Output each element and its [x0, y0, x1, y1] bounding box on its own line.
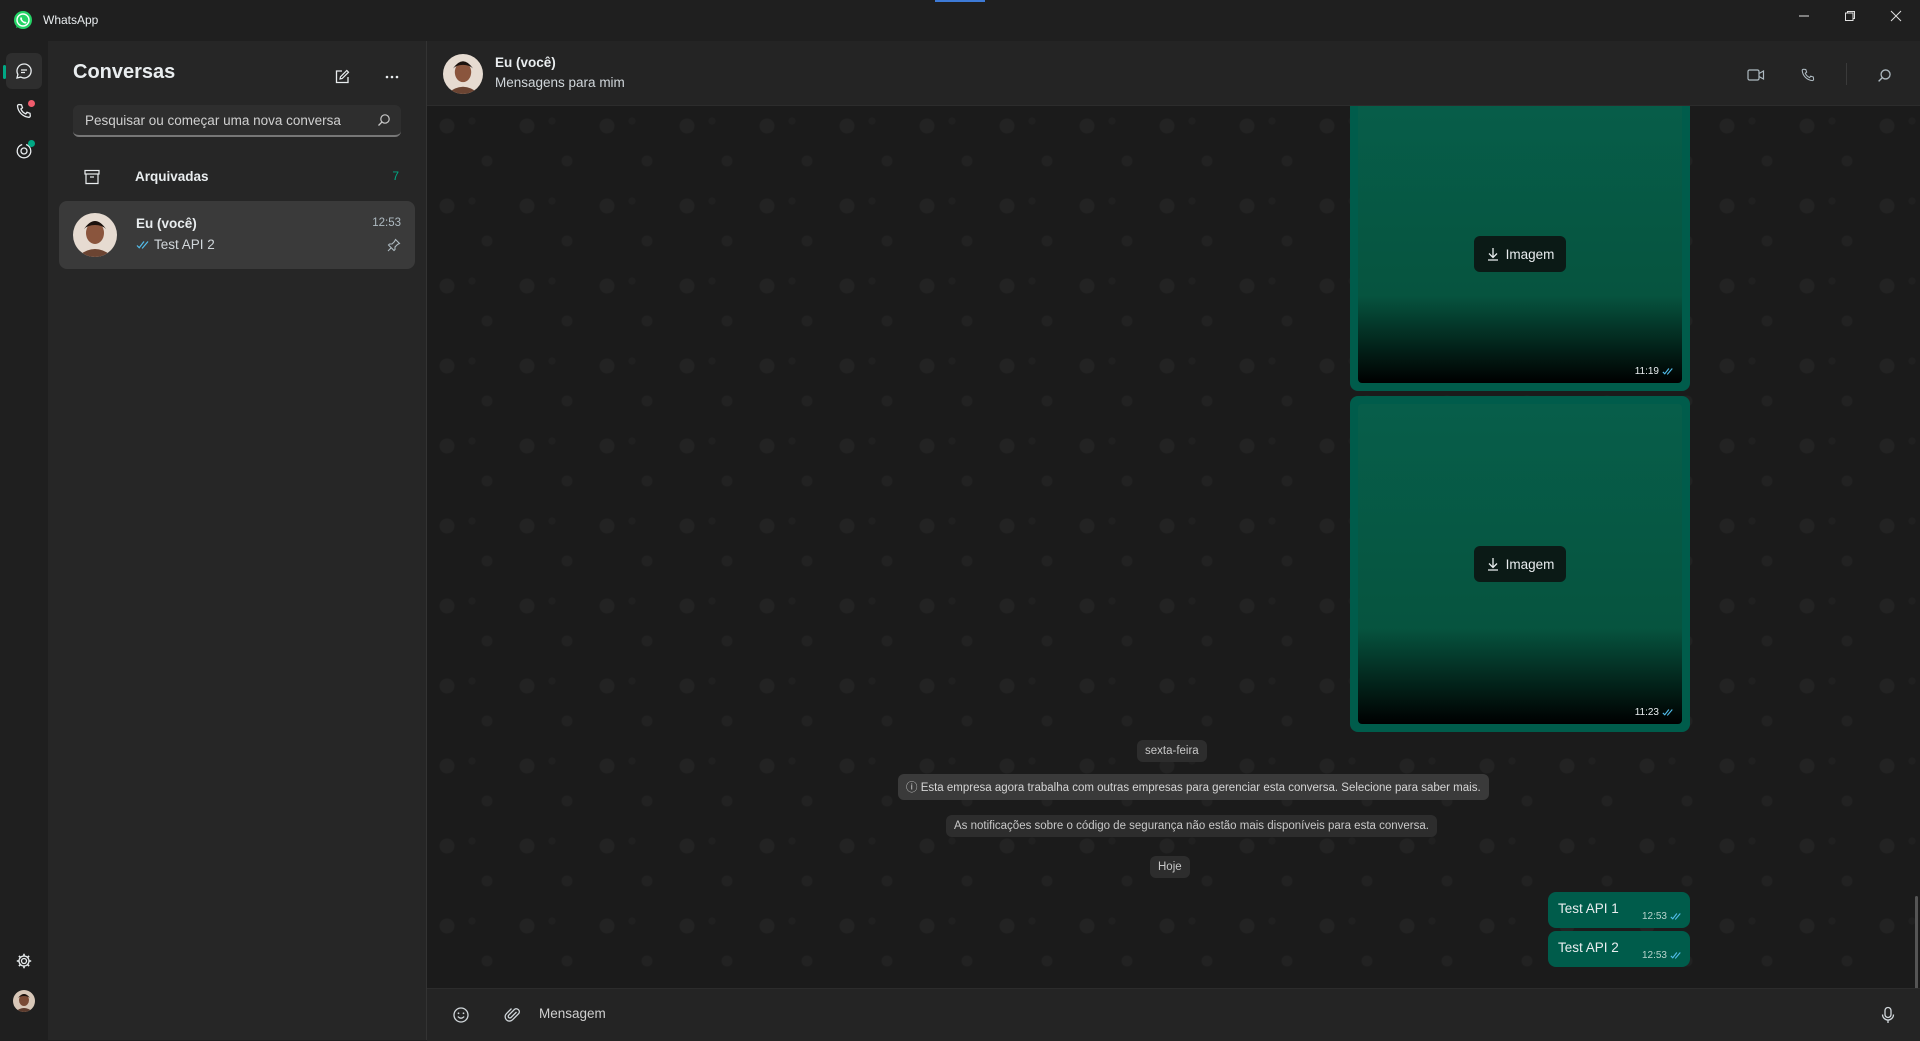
scrollbar[interactable]: [1915, 896, 1918, 988]
download-image-button[interactable]: Imagem: [1474, 236, 1566, 272]
chat-preview: Test API 2: [136, 237, 215, 252]
microphone-icon: [1880, 1006, 1896, 1024]
emoji-button[interactable]: [445, 999, 477, 1031]
emoji-icon: [452, 1006, 470, 1024]
chat-icon: [15, 62, 33, 80]
compose-icon: [334, 69, 350, 85]
search-chat-button[interactable]: [1868, 59, 1900, 91]
contact-name: Eu (você): [495, 55, 556, 70]
app-title: WhatsApp: [43, 13, 99, 27]
close-icon[interactable]: [1873, 0, 1919, 32]
date-separator: Hoje: [1150, 856, 1190, 878]
download-icon: [1486, 247, 1500, 261]
outgoing-message[interactable]: Test API 2 12:53: [1548, 931, 1690, 967]
snap-indicator: [935, 0, 985, 2]
search-box: [73, 105, 401, 137]
archived-count-badge: 7: [392, 169, 399, 183]
archived-label: Arquivadas: [135, 169, 209, 184]
video-call-button[interactable]: [1740, 59, 1772, 91]
voice-call-button[interactable]: [1792, 59, 1824, 91]
status-nav-button[interactable]: [6, 133, 42, 169]
message-time-text: 12:53: [1641, 911, 1667, 922]
double-check-icon: [1670, 912, 1682, 921]
restore-icon[interactable]: [1827, 0, 1873, 32]
calls-nav-button[interactable]: [6, 93, 42, 129]
new-chat-button[interactable]: [326, 61, 358, 93]
message-time-text: 11:23: [1634, 707, 1659, 718]
image-message[interactable]: Imagem 11:19: [1350, 106, 1690, 391]
message-input[interactable]: [537, 1005, 1841, 1022]
gear-icon: [15, 952, 33, 970]
settings-nav-button[interactable]: [6, 943, 42, 979]
header-divider: [1846, 63, 1847, 85]
image-message[interactable]: Imagem 11:23: [1350, 396, 1690, 732]
chat-name: Eu (você): [136, 216, 197, 231]
message-time: 12:53: [1642, 950, 1682, 961]
avatar: [73, 213, 117, 257]
chat-list-item[interactable]: Eu (você) 12:53 Test API 2: [59, 201, 415, 269]
image-placeholder: Imagem 11:23: [1358, 404, 1682, 724]
message-text: Test API 2: [1558, 940, 1619, 955]
pin-icon: [387, 238, 401, 252]
archived-row[interactable]: Arquivadas 7: [59, 155, 415, 199]
avatar: [13, 990, 35, 1012]
more-options-button[interactable]: [376, 61, 408, 93]
navigation-rail: [0, 41, 48, 1040]
double-check-icon: [136, 240, 150, 250]
chat-header[interactable]: Eu (você) Mensagens para mim: [427, 41, 1920, 106]
new-status-badge: [28, 140, 35, 147]
page-title: Conversas: [73, 61, 176, 83]
search-input[interactable]: [83, 112, 367, 129]
image-placeholder: Imagem 11:19: [1358, 106, 1682, 383]
message-time-text: 11:19: [1634, 366, 1659, 377]
message-text: Test API 1: [1558, 901, 1619, 916]
video-camera-icon: [1747, 68, 1765, 82]
search-icon[interactable]: [377, 113, 391, 127]
download-image-button[interactable]: Imagem: [1474, 546, 1566, 582]
outgoing-message[interactable]: Test API 1 12:53: [1548, 892, 1690, 928]
message-time: 11:23: [1635, 707, 1674, 718]
voice-message-button[interactable]: [1872, 999, 1904, 1031]
phone-icon: [1800, 67, 1816, 83]
title-bar: WhatsApp: [0, 0, 1920, 41]
double-check-icon: [1662, 708, 1674, 717]
download-label: Imagem: [1505, 556, 1555, 572]
download-label: Imagem: [1505, 246, 1555, 262]
avatar[interactable]: [443, 54, 483, 94]
double-check-icon: [1662, 367, 1674, 376]
contact-subtitle: Mensagens para mim: [495, 75, 625, 90]
date-separator: sexta-feira: [1137, 740, 1207, 762]
security-notice: As notificações sobre o código de segura…: [946, 815, 1437, 837]
missed-call-badge: [28, 100, 35, 107]
archive-icon: [83, 168, 101, 186]
download-icon: [1486, 557, 1500, 571]
conversations-panel: Conversas Arquivadas 7 Eu (você) 12:53: [48, 41, 427, 1040]
message-list[interactable]: Imagem 11:19 Imagem 11:23 sexta-feira ⓘ …: [427, 106, 1920, 988]
chat-preview-text: Test API 2: [154, 237, 215, 252]
business-notice[interactable]: ⓘ Esta empresa agora trabalha com outras…: [898, 774, 1489, 800]
paperclip-icon: [504, 1006, 522, 1024]
ellipsis-icon: [384, 69, 400, 85]
double-check-icon: [1670, 951, 1682, 960]
chat-time: 12:53: [372, 217, 401, 229]
message-time-text: 12:53: [1641, 950, 1667, 961]
minimize-icon[interactable]: [1781, 0, 1827, 32]
chats-nav-button[interactable]: [3, 53, 42, 89]
message-composer: [427, 988, 1920, 1041]
search-icon: [1877, 68, 1892, 83]
chat-panel: Eu (você) Mensagens para mim Imagem 11:1…: [427, 41, 1920, 1041]
whatsapp-logo-icon: [13, 10, 33, 30]
message-time: 12:53: [1642, 911, 1682, 922]
attach-button[interactable]: [497, 999, 529, 1031]
message-time: 11:19: [1635, 366, 1674, 377]
profile-nav-button[interactable]: [6, 983, 42, 1019]
